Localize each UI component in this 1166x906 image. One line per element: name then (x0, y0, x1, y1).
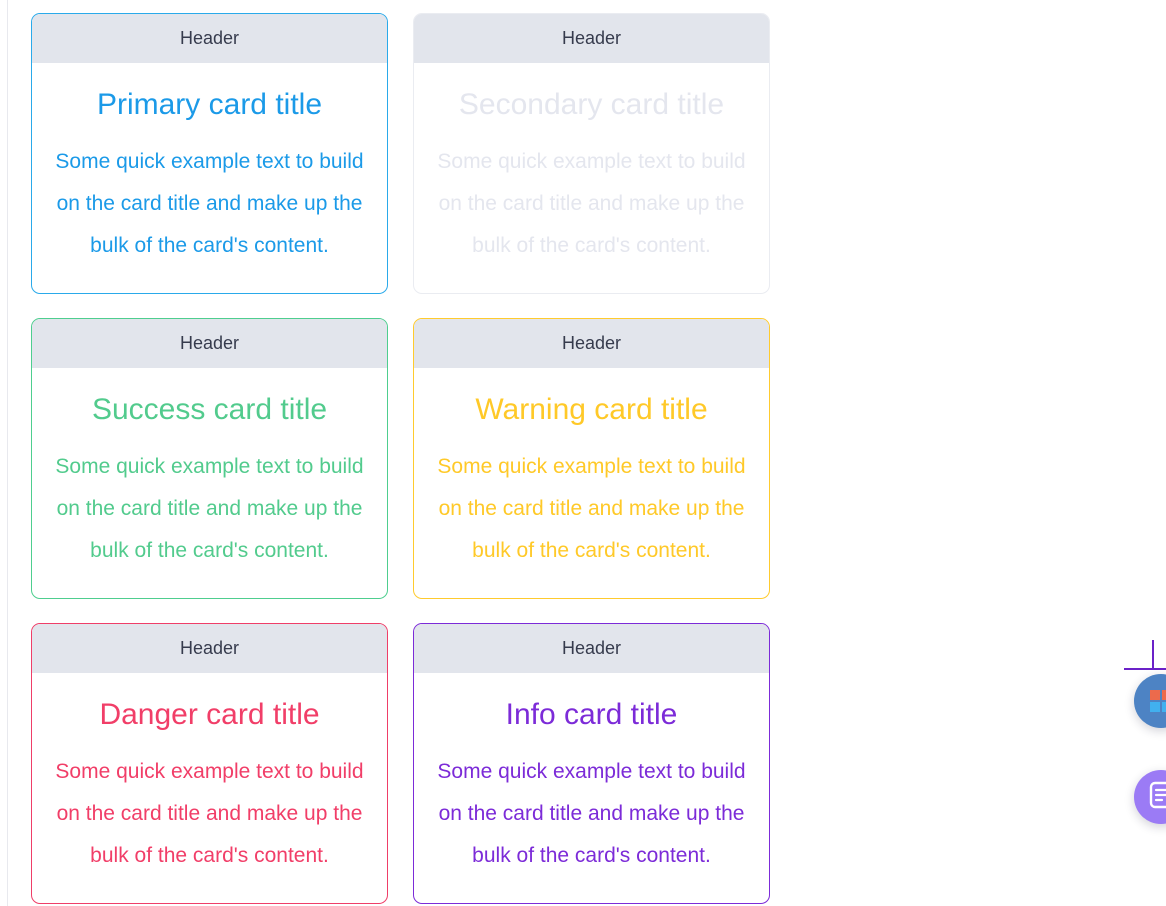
card-text-danger: Some quick example text to build on the … (55, 760, 364, 867)
card-body-info: Info card title Some quick example text … (414, 673, 769, 903)
card-body-warning: Warning card title Some quick example te… (414, 368, 769, 598)
card-info[interactable]: Header Info card title Some quick exampl… (413, 623, 770, 904)
card-warning[interactable]: Header Warning card title Some quick exa… (413, 318, 770, 599)
card-header-danger: Header (32, 624, 387, 673)
card-grid: Header Primary card title Some quick exa… (31, 13, 1151, 906)
card-text-secondary: Some quick example text to build on the … (437, 150, 746, 257)
card-title-info: Info card title (505, 698, 678, 731)
card-success[interactable]: Header Success card title Some quick exa… (31, 318, 388, 599)
card-text-warning: Some quick example text to build on the … (437, 455, 746, 562)
card-header-secondary: Header (414, 14, 769, 63)
card-text-primary: Some quick example text to build on the … (55, 150, 364, 257)
notes-document-icon (1148, 781, 1166, 814)
selection-corner-marker-vertical (1152, 640, 1154, 670)
page-viewport: Header Primary card title Some quick exa… (0, 0, 1166, 906)
card-primary[interactable]: Header Primary card title Some quick exa… (31, 13, 388, 294)
card-danger[interactable]: Header Danger card title Some quick exam… (31, 623, 388, 904)
content-left-edge-divider (7, 0, 8, 906)
card-title-success: Success card title (91, 393, 328, 426)
card-text-success: Some quick example text to build on the … (55, 455, 364, 562)
card-body-danger: Danger card title Some quick example tex… (32, 673, 387, 903)
card-header-warning: Header (414, 319, 769, 368)
card-title-primary: Primary card title (96, 88, 323, 121)
office-logo-icon (1150, 690, 1166, 712)
card-header-info: Header (414, 624, 769, 673)
card-body-primary: Primary card title Some quick example te… (32, 63, 387, 293)
card-title-danger: Danger card title (99, 698, 320, 731)
card-title-warning: Warning card title (475, 393, 708, 426)
card-header-success: Header (32, 319, 387, 368)
card-body-success: Success card title Some quick example te… (32, 368, 387, 598)
card-header-primary: Header (32, 14, 387, 63)
selection-corner-marker-horizontal (1124, 668, 1166, 670)
card-body-secondary: Secondary card title Some quick example … (414, 63, 769, 293)
card-secondary[interactable]: Header Secondary card title Some quick e… (413, 13, 770, 294)
card-title-secondary: Secondary card title (458, 88, 725, 121)
card-text-info: Some quick example text to build on the … (437, 760, 746, 867)
